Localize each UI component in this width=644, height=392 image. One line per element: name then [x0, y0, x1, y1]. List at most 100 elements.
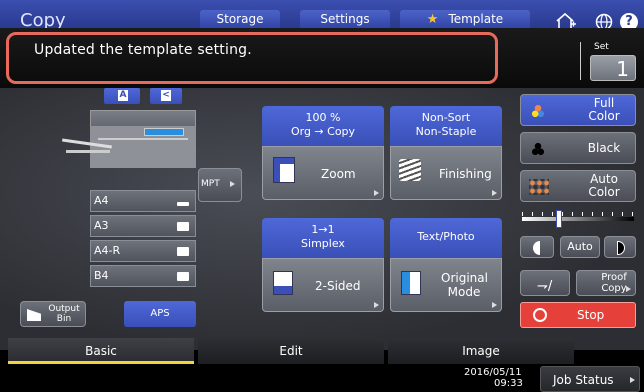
black-button[interactable]: Black — [520, 132, 636, 164]
paper-size-label: A3 — [94, 219, 109, 232]
output-bin-button[interactable]: Output Bin — [20, 301, 86, 327]
tray-icon — [177, 272, 189, 281]
black-icon — [531, 142, 545, 156]
chevron-right-icon — [626, 286, 631, 292]
chevron-right-icon — [630, 377, 635, 383]
paper-tray-a4r[interactable]: A4-R — [90, 240, 196, 262]
chevron-right-icon — [492, 302, 497, 308]
paper-tray-a4[interactable]: A4 — [90, 190, 196, 212]
machine-illustration — [58, 108, 198, 188]
stop-icon — [533, 308, 547, 322]
set-count-value: 1 — [616, 57, 629, 81]
zoom-header: 100 % Org → Copy — [262, 106, 384, 146]
tab-basic-label: Basic — [85, 344, 117, 358]
chevron-right-icon — [374, 302, 379, 308]
original-mode-button[interactable]: Original Mode — [390, 258, 502, 312]
tab-settings[interactable]: Settings — [300, 10, 390, 28]
black-label: Black — [587, 141, 621, 155]
half-circle-right-icon — [617, 241, 625, 255]
density-scale — [522, 217, 634, 221]
output-bin-label: Output Bin — [48, 304, 80, 324]
template-label: Template — [448, 12, 504, 26]
half-circle-left-icon — [533, 241, 540, 255]
stop-button[interactable]: Stop — [520, 302, 636, 328]
paper-size-label: A4-R — [94, 244, 121, 257]
two-sided-header: 1→1 Simplex — [262, 218, 384, 258]
pages-icon: < — [161, 90, 171, 101]
original-rotate-button[interactable]: < — [150, 88, 182, 104]
density-ticks — [522, 212, 634, 216]
density-handle[interactable] — [555, 210, 562, 228]
tray-icon — [177, 202, 189, 206]
aps-button[interactable]: APS — [124, 301, 196, 327]
help-icon: ? — [625, 14, 633, 29]
auto-density-label: Auto — [567, 240, 593, 253]
chevron-right-icon — [374, 190, 379, 196]
zoom-button[interactable]: Zoom — [262, 146, 384, 200]
tab-edit-label: Edit — [279, 344, 303, 358]
job-status-button[interactable]: Job Status — [540, 366, 640, 392]
mpt-button[interactable]: MPT — [198, 168, 242, 202]
auto-color-label: Auto Color — [588, 172, 620, 199]
aps-label: APS — [150, 308, 170, 319]
staple-mode: Non-Staple — [415, 125, 477, 138]
original-mode-header: Text/Photo — [390, 218, 502, 258]
status-time: 09:33 — [494, 378, 523, 389]
auto-color-button[interactable]: Auto Color — [520, 170, 636, 202]
set-count[interactable]: 1 — [590, 55, 636, 81]
darker-button[interactable] — [604, 236, 636, 258]
simplex-label: Simplex — [301, 237, 345, 250]
status-date: 2016/05/11 — [464, 367, 522, 378]
paper-size-label: A4 — [94, 194, 109, 207]
chevron-right-icon — [492, 190, 497, 196]
sort-mode: Non-Sort — [421, 111, 471, 124]
reverse-icon: ⇁/ — [537, 279, 553, 294]
original-mode-label: Original Mode — [441, 271, 488, 299]
full-color-label: Full Color — [588, 96, 620, 123]
density-slider[interactable] — [522, 208, 634, 230]
original-a-button[interactable]: A — [104, 88, 140, 104]
zoom-label: Zoom — [321, 167, 356, 181]
full-color-button[interactable]: Full Color — [520, 94, 636, 126]
original-mode-icon — [401, 271, 421, 295]
two-sided-label: 2-Sided — [315, 279, 361, 293]
original-mode-value: Text/Photo — [417, 230, 475, 243]
zoom-ratio: 100 % — [305, 111, 341, 124]
full-color-icon — [531, 104, 545, 118]
finishing-icon — [399, 159, 421, 181]
paper-tray-b4[interactable]: B4 — [90, 265, 196, 287]
tray-icon — [177, 222, 189, 231]
set-divider — [580, 42, 581, 80]
tab-template[interactable]: ★ Template — [400, 10, 530, 28]
star-icon: ★ — [426, 11, 439, 27]
tab-image-label: Image — [462, 344, 500, 358]
zoom-icon — [273, 157, 295, 183]
paper-size-label: B4 — [94, 269, 109, 282]
tab-edit[interactable]: Edit — [198, 338, 384, 364]
duplex-icon — [273, 271, 293, 295]
proof-copy-button[interactable]: Proof Copy — [576, 270, 636, 296]
tab-image[interactable]: Image — [388, 338, 574, 364]
finishing-header: Non-Sort Non-Staple — [390, 106, 502, 146]
stop-label: Stop — [577, 308, 605, 322]
reverse-button[interactable]: ⇁/ — [520, 270, 570, 296]
job-status-label: Job Status — [553, 373, 614, 387]
two-sided-button[interactable]: 2-Sided — [262, 258, 384, 312]
chevron-right-icon — [230, 181, 235, 187]
mpt-label: MPT — [201, 179, 220, 189]
auto-color-icon — [529, 179, 549, 195]
lighter-button[interactable] — [520, 236, 554, 258]
finishing-label: Finishing — [439, 167, 492, 181]
message-box — [6, 32, 498, 84]
message-text: Updated the template setting. — [34, 42, 252, 58]
duplex-mode: 1→1 — [311, 223, 335, 236]
finishing-button[interactable]: Finishing — [390, 146, 502, 200]
a-label: A — [118, 90, 128, 101]
tab-basic-indicator — [8, 361, 194, 364]
auto-density-button[interactable]: Auto — [560, 236, 600, 258]
zoom-direction: Org → Copy — [290, 125, 356, 138]
tray-icon — [177, 247, 189, 256]
tab-storage[interactable]: Storage — [200, 10, 280, 28]
output-bin-icon — [27, 309, 41, 321]
paper-tray-a3[interactable]: A3 — [90, 215, 196, 237]
